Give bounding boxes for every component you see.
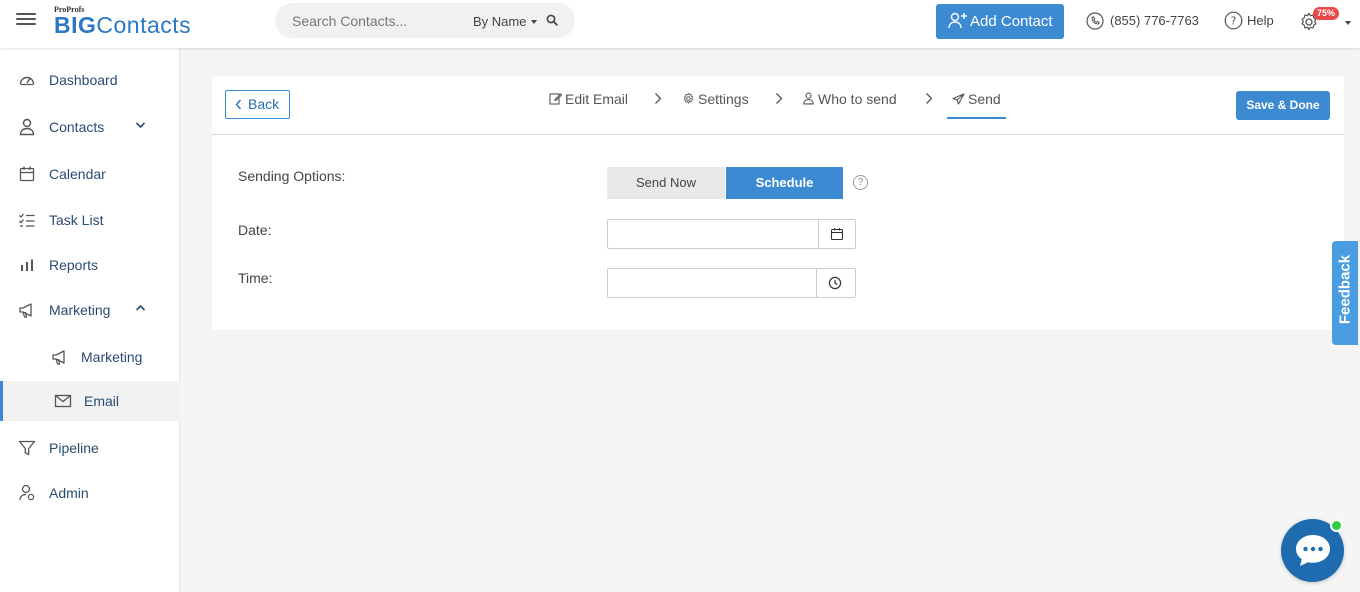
edit-icon [549, 93, 562, 105]
search-bar[interactable]: Search Contacts... By Name [275, 3, 575, 38]
time-picker-button[interactable] [816, 269, 855, 297]
step-label: Send [968, 91, 1001, 107]
chevron-up-icon[interactable] [135, 304, 146, 312]
sending-options-toggle: Send Now Schedule [607, 167, 843, 199]
top-bar: ProProfs BIGContacts Search Contacts... … [0, 0, 1360, 48]
search-filter-label: By Name [473, 14, 527, 29]
date-field[interactable] [607, 219, 856, 249]
time-input[interactable] [608, 269, 817, 297]
sidebar-item-calendar[interactable]: Calendar [0, 154, 180, 194]
megaphone-icon [19, 303, 32, 318]
sidebar-item-dashboard[interactable]: Dashboard [0, 60, 180, 100]
sidebar-item-contacts[interactable]: Contacts [0, 107, 180, 147]
time-label: Time: [238, 270, 273, 286]
search-icon[interactable] [546, 14, 558, 26]
svg-text:?: ? [1231, 15, 1237, 28]
dashboard-icon [19, 76, 35, 86]
chevron-right-icon [926, 93, 933, 104]
chat-bubble-icon [1296, 535, 1330, 566]
chevron-down-icon[interactable] [135, 121, 146, 129]
back-label: Back [248, 96, 280, 112]
sidebar-item-label: Email [84, 393, 120, 409]
date-input[interactable] [608, 220, 819, 248]
user-icon [19, 118, 35, 136]
question-mark-icon[interactable]: ? [853, 175, 868, 190]
megaphone-icon [52, 350, 65, 365]
calendar-icon [19, 166, 35, 182]
date-picker-button[interactable] [818, 220, 855, 248]
send-now-button[interactable]: Send Now [607, 167, 725, 199]
sidebar-item-label: Contacts [49, 119, 105, 135]
time-field[interactable] [607, 268, 856, 298]
step-who-to-send[interactable]: Who to send [802, 91, 897, 107]
add-contact-label: Add Contact [970, 13, 1053, 30]
date-label: Date: [238, 222, 272, 238]
sidebar-item-task-list[interactable]: Task List [0, 200, 180, 240]
sidebar: Dashboard Contacts Calendar Task List Re… [0, 48, 180, 592]
send-panel: Back Edit Email Settings Who to send Sen… [212, 76, 1344, 330]
save-and-done-button[interactable]: Save & Done [1236, 91, 1330, 120]
sidebar-item-label: Dashboard [49, 72, 118, 88]
wizard-bar: Back Edit Email Settings Who to send Sen… [212, 76, 1344, 135]
sidebar-item-label: Calendar [49, 166, 106, 182]
settings-caret-icon[interactable] [1345, 21, 1351, 25]
chevron-right-icon [655, 93, 662, 104]
sidebar-item-label: Admin [49, 485, 89, 501]
brand-logo-bold: BIG [54, 12, 97, 38]
clock-icon [828, 276, 842, 290]
sidebar-subitem-email[interactable]: Email [0, 381, 180, 421]
hamburger-menu-icon[interactable] [16, 10, 36, 28]
feedback-label: Feedback [1336, 254, 1354, 325]
settings-progress-badge: 75% [1313, 7, 1340, 20]
schedule-button[interactable]: Schedule [726, 167, 843, 199]
sidebar-item-label: Marketing [81, 349, 143, 365]
search-input[interactable]: Search Contacts... [292, 13, 407, 29]
help-link[interactable]: ? Help [1224, 11, 1274, 30]
sidebar-item-marketing[interactable]: Marketing [0, 290, 180, 330]
step-settings[interactable]: Settings [682, 91, 749, 107]
phone-link[interactable]: (855) 776-7763 [1086, 12, 1199, 30]
add-contact-button[interactable]: Add Contact [936, 4, 1064, 39]
sidebar-item-admin[interactable]: Admin [0, 473, 180, 513]
paper-plane-icon [952, 93, 965, 105]
help-icon: ? [1224, 11, 1243, 30]
back-button[interactable]: Back [225, 90, 290, 119]
brand-logo-thin: Contacts [96, 12, 192, 38]
online-status-dot [1330, 519, 1343, 532]
sidebar-item-pipeline[interactable]: Pipeline [0, 428, 180, 468]
step-label: Who to send [818, 91, 897, 107]
sidebar-item-reports[interactable]: Reports [0, 245, 180, 285]
sidebar-item-label: Reports [49, 257, 99, 273]
brand-logo[interactable]: ProProfs BIGContacts [54, 5, 224, 41]
funnel-icon [18, 440, 36, 456]
sending-options-label: Sending Options: [238, 168, 346, 184]
step-label: Settings [698, 91, 749, 107]
phone-icon [1086, 12, 1104, 30]
caret-down-icon [531, 20, 538, 24]
feedback-tab[interactable]: Feedback [1332, 241, 1358, 345]
gear-icon [683, 92, 694, 104]
sidebar-item-label: Task List [49, 212, 104, 228]
chevron-right-icon [776, 93, 783, 104]
help-label: Help [1247, 13, 1274, 28]
chevron-left-icon [235, 99, 242, 110]
brand-logo-text: BIGContacts [54, 13, 191, 37]
sidebar-item-label: Pipeline [49, 440, 99, 456]
bar-chart-icon [21, 259, 33, 271]
step-edit-email[interactable]: Edit Email [549, 91, 628, 107]
calendar-icon [830, 228, 844, 241]
add-user-icon [948, 12, 967, 29]
task-list-icon [19, 213, 35, 227]
user-icon [803, 92, 814, 105]
step-label: Edit Email [565, 91, 629, 107]
step-send[interactable]: Send [947, 91, 1006, 119]
phone-number: (855) 776-7763 [1110, 13, 1199, 28]
sidebar-subitem-marketing[interactable]: Marketing [0, 337, 180, 377]
search-filter-dropdown[interactable]: By Name [473, 14, 538, 29]
sidebar-item-label: Marketing [49, 302, 111, 318]
envelope-icon [54, 394, 72, 408]
admin-icon [19, 484, 35, 501]
